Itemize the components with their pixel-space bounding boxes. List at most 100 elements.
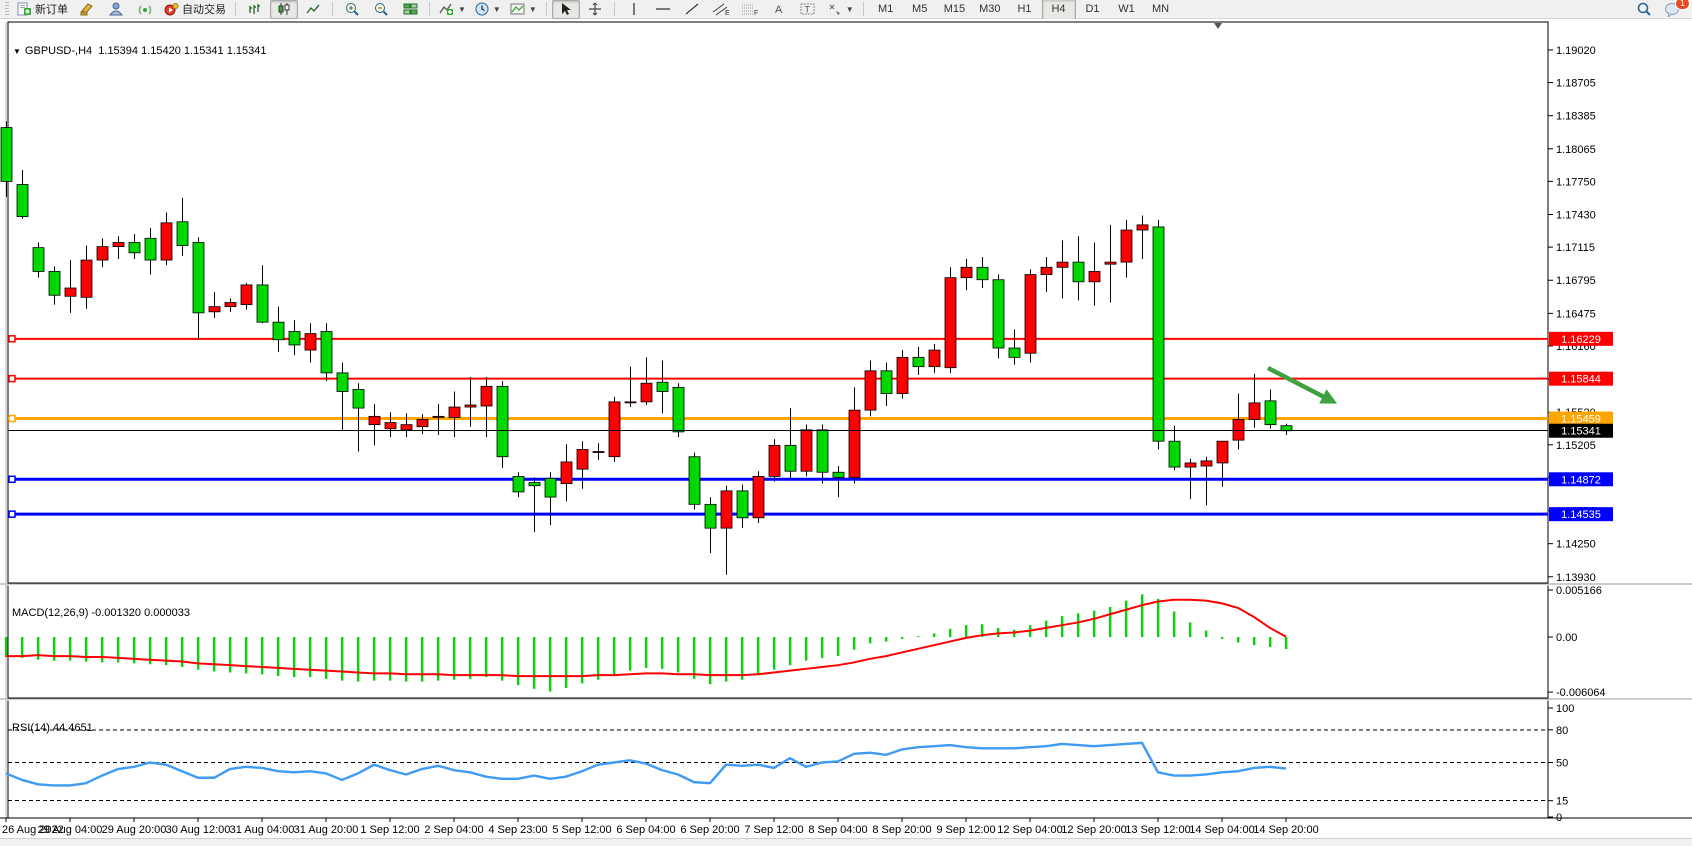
cursor-button[interactable] xyxy=(552,0,580,19)
svg-text:1.17750: 1.17750 xyxy=(1556,176,1596,188)
toolbar-grip[interactable] xyxy=(5,2,9,16)
trendline-icon xyxy=(684,2,700,16)
new-order-button[interactable]: 新订单 xyxy=(13,0,72,19)
timeframe-m30-button[interactable]: M30 xyxy=(972,0,1007,20)
auto-trading-icon xyxy=(164,2,179,16)
rsi-indicator-label: RSI(14) 44.4651 xyxy=(12,722,93,734)
svg-text:1.16475: 1.16475 xyxy=(1556,308,1596,320)
timeframe-m15-button[interactable]: M15 xyxy=(937,0,972,20)
channel-icon: E xyxy=(712,2,730,16)
svg-text:1.15205: 1.15205 xyxy=(1556,440,1596,452)
svg-text:9 Sep 12:00: 9 Sep 12:00 xyxy=(936,824,995,836)
notifications-button[interactable]: 1 xyxy=(1658,0,1686,19)
toolbar-separator xyxy=(235,2,236,16)
zoom-out-button[interactable] xyxy=(367,0,395,19)
svg-text:31 Aug 20:00: 31 Aug 20:00 xyxy=(294,824,359,836)
timeframe-mn-button[interactable]: MN xyxy=(1144,0,1178,20)
svg-text:7 Sep 12:00: 7 Sep 12:00 xyxy=(744,824,803,836)
profile-button[interactable] xyxy=(102,0,130,19)
dropdown-arrow-icon: ▼ xyxy=(493,5,501,14)
svg-text:4 Sep 23:00: 4 Sep 23:00 xyxy=(488,824,547,836)
hammer-icon xyxy=(80,2,95,16)
cursor-icon xyxy=(560,2,572,16)
svg-text:29 Aug 20:00: 29 Aug 20:00 xyxy=(102,824,167,836)
timeframe-m1-button[interactable]: M1 xyxy=(869,0,903,20)
timeframe-h1-button[interactable]: H1 xyxy=(1008,0,1042,20)
candlestick-icon xyxy=(277,2,291,16)
arrows-icon xyxy=(827,2,842,16)
periods-button[interactable]: ▼ xyxy=(471,0,505,19)
svg-text:1.17430: 1.17430 xyxy=(1556,210,1596,222)
bar-chart-button[interactable] xyxy=(241,0,269,19)
styler-button[interactable] xyxy=(73,0,101,19)
svg-text:15: 15 xyxy=(1556,796,1568,808)
timeframe-d1-button[interactable]: D1 xyxy=(1076,0,1110,20)
signal-icon xyxy=(138,2,153,16)
timeframe-group: M1M5M15M30H1H4D1W1MN xyxy=(869,0,1178,20)
zoom-out-icon xyxy=(374,2,389,16)
trendline-button[interactable] xyxy=(678,0,706,19)
svg-text:1.16229: 1.16229 xyxy=(1561,334,1601,346)
svg-text:A: A xyxy=(775,4,783,16)
timeframe-h4-button[interactable]: H4 xyxy=(1042,0,1076,20)
timeframe-m5-button[interactable]: M5 xyxy=(903,0,937,20)
horizontal-line-button[interactable] xyxy=(649,0,677,19)
crosshair-icon xyxy=(588,2,602,16)
svg-text:1 Sep 12:00: 1 Sep 12:00 xyxy=(360,824,419,836)
zoom-in-icon xyxy=(345,2,360,16)
svg-text:100: 100 xyxy=(1556,703,1574,715)
toolbar-separator xyxy=(429,2,430,16)
templates-button[interactable]: ▼ xyxy=(506,0,541,19)
equidistant-channel-button[interactable]: E xyxy=(707,0,735,19)
svg-text:1.14535: 1.14535 xyxy=(1561,509,1601,521)
text-label-button[interactable]: T xyxy=(794,0,822,19)
fibonacci-icon: F xyxy=(741,2,759,16)
vertical-line-button[interactable] xyxy=(620,0,648,19)
text-label-icon: T xyxy=(800,2,816,16)
dropdown-arrow-icon: ▼ xyxy=(846,5,854,14)
search-button[interactable] xyxy=(1630,0,1658,19)
svg-text:5 Sep 12:00: 5 Sep 12:00 xyxy=(552,824,611,836)
toolbar-separator xyxy=(546,2,547,16)
toolbar-separator xyxy=(863,2,864,16)
signal-button[interactable] xyxy=(131,0,159,19)
svg-text:1.15341: 1.15341 xyxy=(1561,426,1601,438)
toolbar-separator xyxy=(614,2,615,16)
svg-text:14 Sep 20:00: 14 Sep 20:00 xyxy=(1253,824,1318,836)
fibonacci-button[interactable]: F xyxy=(736,0,764,19)
search-icon xyxy=(1636,2,1652,17)
svg-text:1.16795: 1.16795 xyxy=(1556,275,1596,287)
svg-text:1.15844: 1.15844 xyxy=(1561,374,1601,386)
symbol-title: ▼GBPUSD-,H4 1.15394 1.15420 1.15341 1.15… xyxy=(13,45,267,57)
svg-text:14 Sep 04:00: 14 Sep 04:00 xyxy=(1189,824,1254,836)
timeframe-w1-button[interactable]: W1 xyxy=(1110,0,1144,20)
auto-trading-label: 自动交易 xyxy=(182,1,226,17)
horizontal-line-icon xyxy=(655,2,671,16)
svg-text:1.18065: 1.18065 xyxy=(1556,144,1596,156)
line-chart-button[interactable] xyxy=(299,0,327,19)
tile-windows-button[interactable] xyxy=(396,0,424,19)
toolbar: 新订单 自动交易 xyxy=(0,0,1692,19)
dropdown-arrow-icon: ▼ xyxy=(458,5,466,14)
chart-canvas[interactable]: 1.190201.187051.183851.180651.177501.174… xyxy=(0,19,1692,846)
svg-text:29 Aug 04:00: 29 Aug 04:00 xyxy=(38,824,103,836)
clock-icon xyxy=(475,2,489,16)
person-icon xyxy=(109,2,124,16)
candlestick-chart-button[interactable] xyxy=(270,0,298,19)
arrows-button[interactable]: ▼ xyxy=(823,0,858,19)
zoom-in-button[interactable] xyxy=(338,0,366,19)
indicators-button[interactable]: ▼ xyxy=(435,0,470,19)
status-strip xyxy=(0,838,1692,846)
mt4-terminal-window: { "toolbar": { "new_order_label": "新订单",… xyxy=(0,0,1692,846)
crosshair-button[interactable] xyxy=(581,0,609,19)
svg-text:1.15459: 1.15459 xyxy=(1561,414,1601,426)
svg-text:12 Sep 04:00: 12 Sep 04:00 xyxy=(997,824,1062,836)
chart-window[interactable]: 1.190201.187051.183851.180651.177501.174… xyxy=(0,19,1692,846)
notification-badge: 1 xyxy=(1675,0,1690,10)
svg-text:80: 80 xyxy=(1556,725,1568,737)
text-icon: A xyxy=(773,2,785,16)
auto-trading-button[interactable]: 自动交易 xyxy=(160,0,230,19)
svg-text:12 Sep 20:00: 12 Sep 20:00 xyxy=(1061,824,1126,836)
text-button[interactable]: A xyxy=(765,0,793,19)
svg-text:8 Sep 20:00: 8 Sep 20:00 xyxy=(872,824,931,836)
